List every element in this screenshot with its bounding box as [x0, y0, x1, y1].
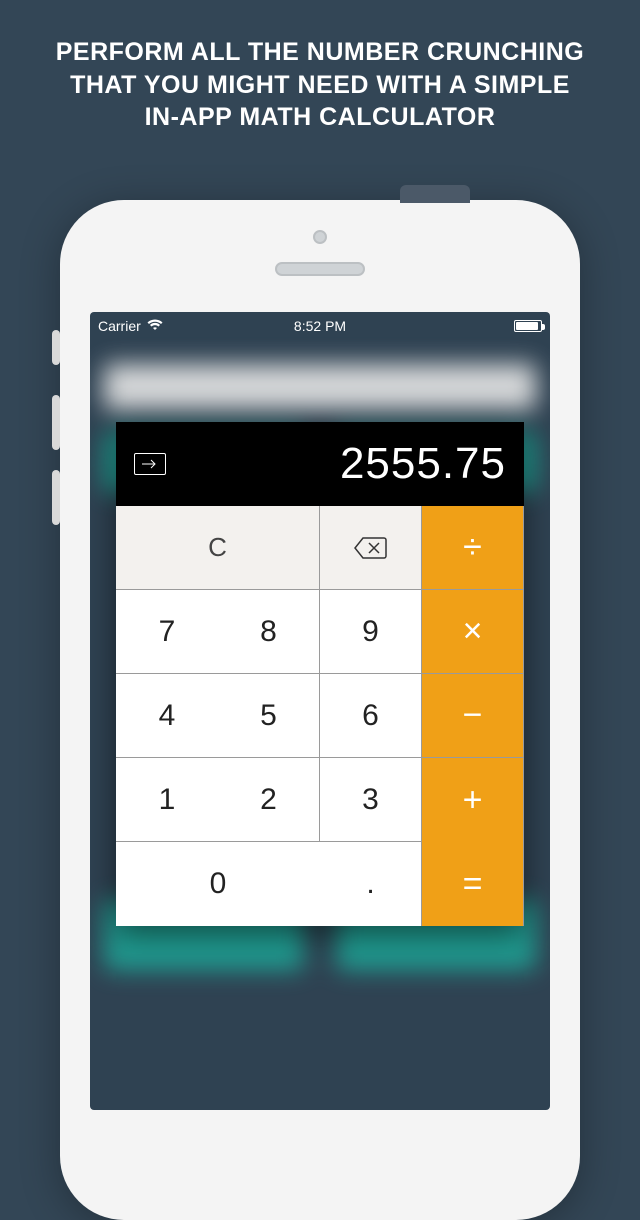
phone-camera	[313, 230, 327, 244]
display-value: 2555.75	[166, 439, 506, 489]
phone-mute-switch	[52, 330, 60, 365]
calculator-display: 2555.75	[116, 422, 524, 506]
phone-volume-down	[52, 470, 60, 525]
battery-icon	[514, 320, 542, 332]
phone-screen: Carrier 8:52 PM	[90, 312, 550, 1110]
wifi-icon	[147, 318, 163, 334]
phone-mockup: Carrier 8:52 PM	[60, 200, 580, 1220]
key-0[interactable]: 0	[116, 842, 320, 926]
phone-speaker	[275, 262, 365, 276]
key-8[interactable]: 8	[218, 590, 320, 674]
key-7[interactable]: 7	[116, 590, 218, 674]
collapse-button[interactable]	[134, 453, 166, 475]
key-equals[interactable]: =	[422, 842, 524, 926]
calculator-keypad: C ÷ 7 8 9 × 4 5 6 − 1 2 3 +	[116, 506, 524, 926]
key-6[interactable]: 6	[320, 674, 422, 758]
key-4[interactable]: 4	[116, 674, 218, 758]
phone-volume-up	[52, 395, 60, 450]
key-1[interactable]: 1	[116, 758, 218, 842]
key-multiply[interactable]: ×	[422, 590, 524, 674]
clock-label: 8:52 PM	[294, 318, 346, 334]
key-9[interactable]: 9	[320, 590, 422, 674]
promo-headline: PERFORM ALL THE NUMBER CRUNCHING THAT YO…	[0, 0, 640, 134]
key-2[interactable]: 2	[218, 758, 320, 842]
headline-line1: PERFORM ALL THE NUMBER CRUNCHING	[40, 36, 600, 69]
key-minus[interactable]: −	[422, 674, 524, 758]
carrier-label: Carrier	[98, 318, 141, 334]
headline-line2: THAT YOU MIGHT NEED WITH A SIMPLE	[40, 69, 600, 102]
key-3[interactable]: 3	[320, 758, 422, 842]
key-decimal[interactable]: .	[320, 842, 422, 926]
key-plus[interactable]: +	[422, 758, 524, 842]
phone-power-button	[400, 185, 470, 203]
calculator-panel: 2555.75 C ÷ 7 8 9 × 4 5 6 − 1	[116, 422, 524, 926]
key-backspace[interactable]	[320, 506, 422, 590]
status-bar: Carrier 8:52 PM	[90, 312, 550, 340]
key-divide[interactable]: ÷	[422, 506, 524, 590]
key-clear[interactable]: C	[116, 506, 320, 590]
headline-line3: IN-APP MATH CALCULATOR	[40, 101, 600, 134]
key-5[interactable]: 5	[218, 674, 320, 758]
